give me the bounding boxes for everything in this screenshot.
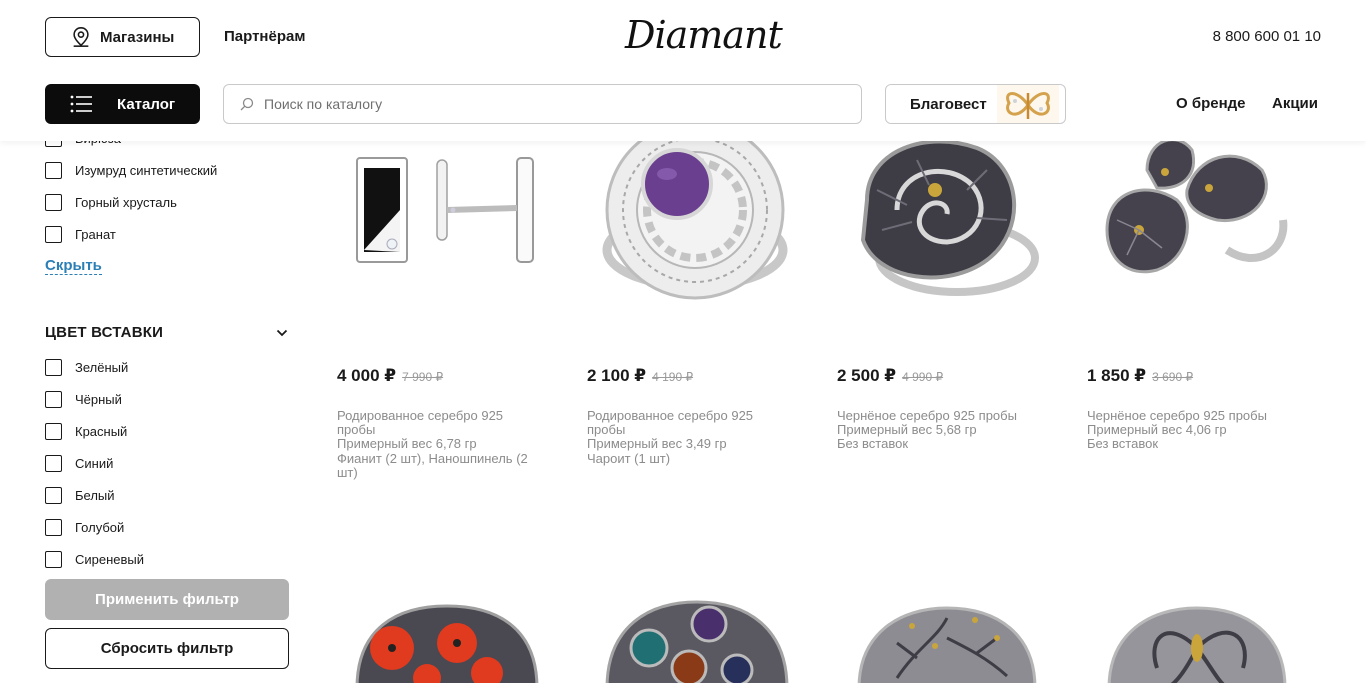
product-card[interactable] xyxy=(337,598,547,683)
leaves-ring-icon[interactable] xyxy=(1087,130,1297,310)
desc-line: Примерный вес 3,49 гр xyxy=(587,436,727,452)
filter-option-label: Чёрный xyxy=(75,391,122,407)
old-price: 4 990 ₽ xyxy=(902,370,944,384)
brand-button[interactable]: Благовест xyxy=(885,84,1066,124)
chevron-down-icon xyxy=(276,329,288,336)
price-row: 4 000 ₽ 7 990 ₽ xyxy=(337,366,443,386)
menu-list-icon xyxy=(70,95,92,113)
price: 1 850 ₽ xyxy=(1087,366,1147,385)
checkbox[interactable] xyxy=(45,161,62,179)
filter-color-option[interactable]: Зелёный xyxy=(45,357,128,377)
desc-line: Чернёное серебро 925 пробы xyxy=(837,408,1017,423)
map-pin-icon xyxy=(73,27,89,47)
desc-line: Родированное серебро 925 пробы xyxy=(587,408,754,438)
checkbox[interactable] xyxy=(45,193,62,211)
filter-color-option[interactable]: Голубой xyxy=(45,517,124,537)
filter-color-option[interactable]: Чёрный xyxy=(45,389,122,409)
filter-option-label: Сиреневый xyxy=(75,551,145,567)
checkbox[interactable] xyxy=(45,518,62,536)
flower-ring-icon[interactable] xyxy=(1087,598,1297,683)
filter-insert-option[interactable]: Изумруд синтетический xyxy=(45,160,217,180)
checkbox[interactable] xyxy=(45,550,62,568)
old-price: 3 690 ₽ xyxy=(1152,370,1194,384)
color-section-header[interactable]: ЦВЕТ ВСТАВКИ xyxy=(45,324,289,341)
tree-ring-icon[interactable] xyxy=(837,598,1047,683)
enamel-circles-ring-icon[interactable] xyxy=(587,598,797,683)
desc-line: Родированное серебро 925 пробы xyxy=(337,408,504,438)
reset-filter-button[interactable]: Сбросить фильтр xyxy=(45,628,289,669)
price-row: 2 500 ₽ 4 990 ₽ xyxy=(837,366,943,386)
purple-stone-ring-icon[interactable] xyxy=(587,130,797,310)
apply-filter-button[interactable]: Применить фильтр xyxy=(45,579,289,620)
price: 2 100 ₽ xyxy=(587,366,647,385)
product-card[interactable] xyxy=(837,598,1047,683)
price-row: 1 850 ₽ 3 690 ₽ xyxy=(1087,366,1193,386)
stores-label: Магазины xyxy=(100,28,175,46)
filter-option-label: Изумруд синтетический xyxy=(75,162,218,178)
brand-label: Благовест xyxy=(910,95,987,113)
filter-option-label: Синий xyxy=(75,455,114,471)
desc-line: Без вставок xyxy=(1087,436,1159,452)
price: 4 000 ₽ xyxy=(337,366,397,385)
phone-number[interactable]: 8 800 600 01 10 xyxy=(1213,28,1321,45)
old-price: 7 990 ₽ xyxy=(402,370,444,384)
sales-link[interactable]: Акции xyxy=(1272,95,1318,112)
poppy-ring-icon[interactable] xyxy=(337,598,547,683)
butterfly-jewel-icon xyxy=(997,85,1059,123)
search-box xyxy=(223,84,862,124)
product-card[interactable] xyxy=(587,598,797,683)
desc-line: Фианит (2 шт), Наношпинель (2 шт) xyxy=(337,450,528,480)
filter-color-option[interactable]: Белый xyxy=(45,485,115,505)
filter-option-label: Голубой xyxy=(75,519,125,535)
filter-sidebar: Бирюза Изумруд синтетический Горный хрус… xyxy=(45,120,289,683)
product-description: Родированное серебро 925 пробы Примерный… xyxy=(587,408,792,466)
filter-option-label: Белый xyxy=(75,487,115,503)
site-logo[interactable]: Diamant xyxy=(625,12,783,58)
partners-link[interactable]: Партнёрам xyxy=(224,28,305,45)
spiral-ring-icon[interactable] xyxy=(837,130,1047,310)
checkbox[interactable] xyxy=(45,358,62,376)
hide-options-link[interactable]: Скрыть xyxy=(45,257,102,275)
desc-line: Примерный вес 6,78 гр xyxy=(337,436,477,452)
checkbox[interactable] xyxy=(45,390,62,408)
filter-option-label: Зелёный xyxy=(75,359,129,375)
desc-line: Примерный вес 5,68 гр xyxy=(837,422,977,438)
filter-color-option[interactable]: Синий xyxy=(45,453,113,473)
about-brand-link[interactable]: О бренде xyxy=(1176,95,1246,112)
checkbox[interactable] xyxy=(45,486,62,504)
product-description: Родированное серебро 925 пробы Примерный… xyxy=(337,408,542,480)
site-header: Магазины Партнёрам Diamant 8 800 600 01 … xyxy=(0,0,1366,141)
price: 2 500 ₽ xyxy=(837,366,897,385)
cufflinks-icon[interactable] xyxy=(337,130,547,310)
filter-insert-option[interactable]: Горный хрусталь xyxy=(45,192,177,212)
color-section-title: ЦВЕТ ВСТАВКИ xyxy=(45,324,164,341)
product-description: Чернёное серебро 925 пробы Примерный вес… xyxy=(1087,408,1292,452)
price-row: 2 100 ₽ 4 190 ₽ xyxy=(587,366,693,386)
desc-line: Чароит (1 шт) xyxy=(587,450,671,466)
filter-color-option[interactable]: Красный xyxy=(45,421,127,441)
desc-line: Без вставок xyxy=(837,436,909,452)
catalog-button[interactable]: Каталог xyxy=(45,84,200,124)
desc-line: Чернёное серебро 925 пробы xyxy=(1087,408,1267,423)
stores-button[interactable]: Магазины xyxy=(45,17,200,57)
filter-insert-option[interactable]: Гранат xyxy=(45,224,116,244)
checkbox[interactable] xyxy=(45,225,62,243)
product-description: Чернёное серебро 925 пробы Примерный вес… xyxy=(837,408,1042,452)
filter-color-option[interactable]: Сиреневый xyxy=(45,549,144,569)
search-icon xyxy=(240,97,254,111)
checkbox[interactable] xyxy=(45,422,62,440)
checkbox[interactable] xyxy=(45,454,62,472)
catalog-label: Каталог xyxy=(117,95,176,113)
filter-option-label: Гранат xyxy=(75,226,116,242)
old-price: 4 190 ₽ xyxy=(652,370,694,384)
desc-line: Примерный вес 4,06 гр xyxy=(1087,422,1227,438)
filter-option-label: Красный xyxy=(75,423,128,439)
search-input[interactable] xyxy=(264,96,824,112)
filter-option-label: Горный хрусталь xyxy=(75,194,177,210)
product-card[interactable] xyxy=(1087,598,1297,683)
